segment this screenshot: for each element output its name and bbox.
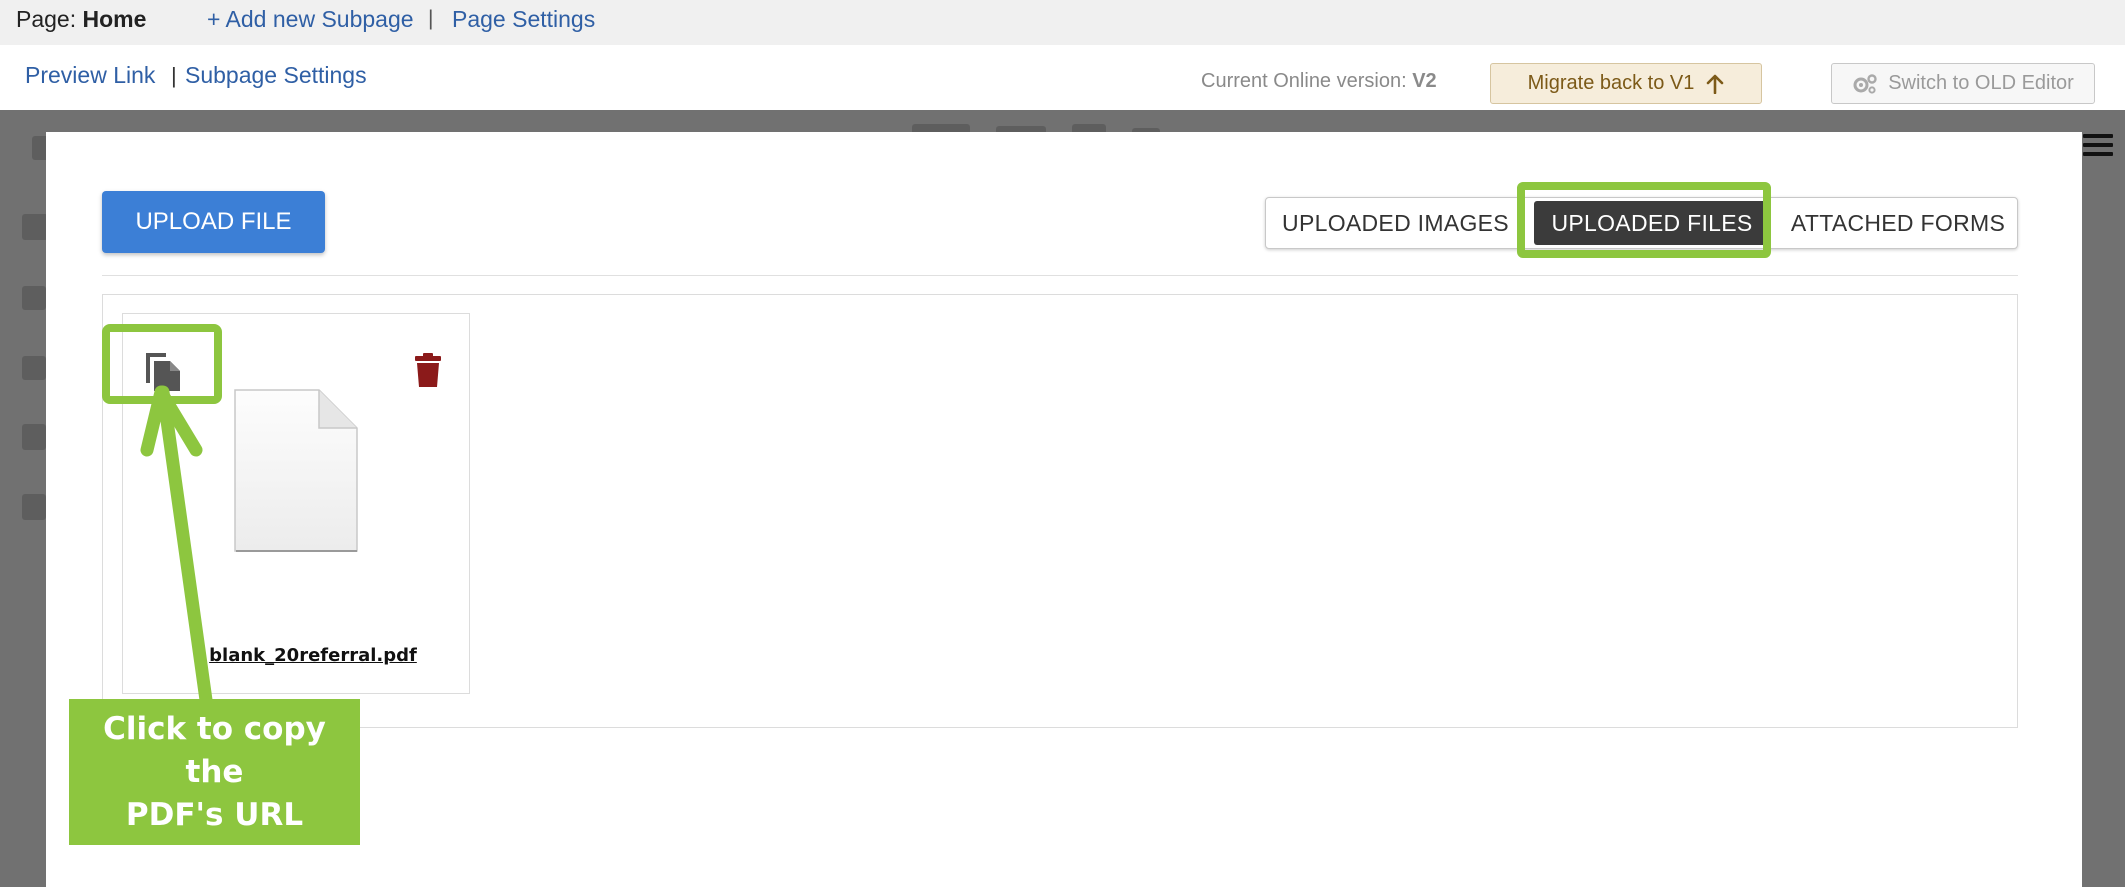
- callout-text-line2: PDF's URL: [125, 796, 304, 833]
- migrate-back-button[interactable]: Migrate back to V1: [1490, 63, 1762, 104]
- callout-box: Click to copy the PDF's URL: [69, 699, 360, 845]
- tab-highlight-box: [1517, 182, 1771, 258]
- online-version-label: Current Online version:: [1201, 70, 1407, 92]
- file-name-link[interactable]: blank_20referral.pdf: [163, 645, 463, 666]
- tab-uploaded-images[interactable]: UPLOADED IMAGES: [1266, 198, 1525, 248]
- switch-old-editor-button[interactable]: Switch to OLD Editor: [1831, 63, 2095, 104]
- page-settings-link[interactable]: Page Settings: [452, 6, 595, 33]
- page-prefix: Page:: [16, 6, 77, 32]
- separator: |: [428, 7, 434, 30]
- page-title: Page: Home: [16, 6, 146, 33]
- subpage-settings-link[interactable]: Subpage Settings: [185, 62, 367, 89]
- divider: [102, 275, 2018, 276]
- arrow-up-icon: [1707, 74, 1724, 94]
- sub-bar: Preview Link | Subpage Settings Current …: [0, 45, 2125, 110]
- upload-file-button[interactable]: UPLOAD FILE: [102, 191, 325, 253]
- separator: |: [171, 63, 177, 88]
- add-subpage-link[interactable]: + Add new Subpage: [207, 6, 414, 33]
- document-icon: [234, 389, 358, 552]
- callout-text-line1: Click to copy the: [103, 710, 326, 790]
- gears-icon: [1853, 73, 1877, 94]
- switch-old-editor-label: Switch to OLD Editor: [1888, 72, 2074, 94]
- copy-icon-highlight-box: [102, 324, 222, 404]
- top-bar: Page: Home + Add new Subpage | Page Sett…: [0, 0, 2125, 45]
- menu-icon[interactable]: [2083, 134, 2113, 161]
- tab-attached-forms[interactable]: ATTACHED FORMS: [1778, 198, 2018, 248]
- preview-link[interactable]: Preview Link: [25, 62, 155, 89]
- online-version-value: V2: [1412, 70, 1437, 92]
- online-version: Current Online version: V2: [1201, 70, 1437, 93]
- migrate-back-label: Migrate back to V1: [1527, 72, 1695, 94]
- page-name: Home: [82, 6, 147, 32]
- trash-icon[interactable]: [414, 353, 442, 387]
